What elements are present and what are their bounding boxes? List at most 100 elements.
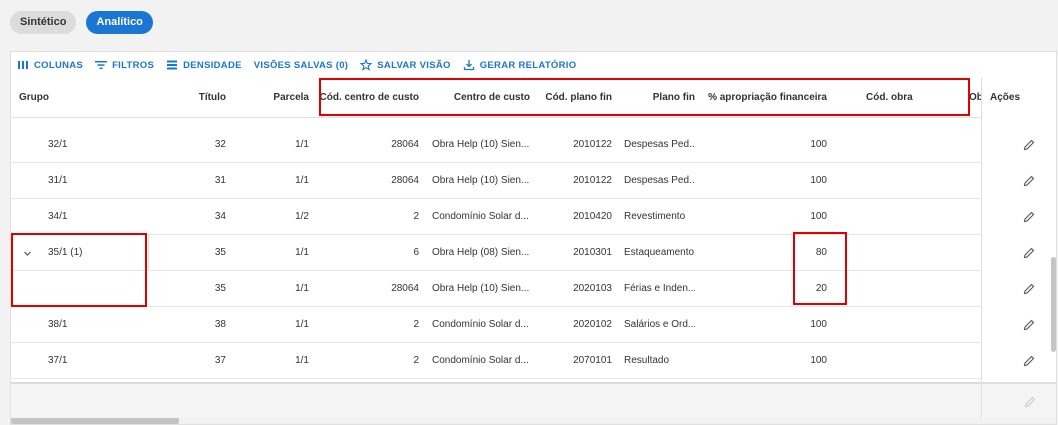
footer-edit-icon <box>1024 396 1036 408</box>
cell-centro: Condomínio Solar d... <box>432 319 529 330</box>
cell-parcela: 1/1 <box>295 175 309 186</box>
cell-apropriacao: 20 <box>815 283 827 294</box>
cell-titulo: 35 <box>214 283 226 294</box>
table-row[interactable]: 35 1/1 28064 Obra Help (10) Sien... 2020103 F… <box>11 271 1056 307</box>
table-row[interactable]: 34/1 34 1/2 2 Condomínio Solar d... 2010420 Re… <box>11 199 1056 235</box>
cell-cod-plano: 2010420 <box>573 211 612 222</box>
cell-grupo: 35/1 (1) <box>48 247 83 258</box>
cell-plano: Salários e Ord... <box>624 319 695 330</box>
columns-icon <box>18 61 28 69</box>
columns-button[interactable]: COLUNAS <box>17 59 83 71</box>
cell-titulo: 34 <box>214 211 226 222</box>
table-row[interactable]: 37/1 37 1/1 2 Condomínio Solar d... 2070101 Re… <box>11 343 1056 379</box>
data-grid: COLUNAS FILTROS DENSIDADE VISÕES SALVAS … <box>10 51 1057 425</box>
edit-icon[interactable] <box>1022 246 1036 260</box>
cell-plano: Férias e Inden... <box>624 283 695 294</box>
table-row[interactable]: 32/1 32 1/1 28064 Obra Help (10) Sien... 2010… <box>11 127 1056 163</box>
header-grupo[interactable]: Grupo <box>19 78 119 118</box>
cell-apropriacao: 80 <box>815 247 827 258</box>
cell-plano: Revestimento <box>624 211 686 222</box>
cell-titulo: 38 <box>214 319 226 330</box>
grid-toolbar: COLUNAS FILTROS DENSIDADE VISÕES SALVAS … <box>11 52 1056 78</box>
header-parcela[interactable]: Parcela <box>241 78 309 118</box>
cell-cod-centro: 28064 <box>391 175 419 186</box>
download-icon <box>463 60 474 71</box>
saved-views-label: VISÕES SALVAS (0) <box>253 59 349 71</box>
synthetic-view-button[interactable]: Sintético <box>10 11 77 34</box>
cell-cod-centro: 28064 <box>391 139 419 150</box>
density-icon <box>167 60 178 70</box>
header-titulo[interactable]: Título <box>161 78 226 118</box>
generate-report-label: GERAR RELATÓRIO <box>479 59 577 71</box>
cell-parcela: 1/1 <box>295 139 309 150</box>
filters-label: FILTROS <box>112 59 155 71</box>
save-view-button[interactable]: SALVAR VISÃO <box>360 59 450 71</box>
table-row[interactable]: 35/1 (1) 35 1/1 6 Obra Help (08) Sien... 2010… <box>11 235 1056 271</box>
header-cod-plano-fin[interactable]: Cód. plano fin <box>536 78 612 118</box>
vertical-scrollbar-thumb[interactable] <box>1051 257 1056 352</box>
cell-apropriacao: 100 <box>810 355 827 366</box>
chevron-down-icon[interactable] <box>23 249 32 258</box>
filters-button[interactable]: FILTROS <box>95 59 154 71</box>
edit-icon[interactable] <box>1022 174 1036 188</box>
star-icon <box>360 59 373 71</box>
edit-icon[interactable] <box>1022 210 1036 224</box>
cell-titulo: 32 <box>214 139 226 150</box>
header-apropriacao-financeira[interactable]: % apropriação financeira <box>701 78 827 118</box>
cell-centro: Obra Help (10) Sien... <box>432 283 530 294</box>
cell-grupo: 37/1 <box>48 355 68 366</box>
cell-grupo: 38/1 <box>48 319 68 330</box>
cell-parcela: 1/1 <box>295 247 309 258</box>
cell-cod-plano: 2020102 <box>573 319 612 330</box>
cell-cod-plano: 2020103 <box>573 283 612 294</box>
density-label: DENSIDADE <box>183 59 242 71</box>
cell-cod-centro: 2 <box>413 211 419 222</box>
grid-footer <box>11 382 1056 421</box>
cell-titulo: 35 <box>214 247 226 258</box>
cell-parcela: 1/1 <box>295 355 309 366</box>
header-cod-obra[interactable]: Cód. obra <box>866 78 946 118</box>
saved-views-button[interactable]: VISÕES SALVAS (0) <box>254 60 349 71</box>
density-button[interactable]: DENSIDADE <box>166 59 242 71</box>
header-centro-custo[interactable]: Centro de custo <box>431 78 530 118</box>
cell-grupo: 31/1 <box>48 175 68 186</box>
table-row[interactable]: 38/1 38 1/1 2 Condomínio Solar d... 2020102 Sa… <box>11 307 1056 343</box>
cell-centro: Obra Help (10) Sien... <box>432 175 530 186</box>
edit-icon[interactable] <box>1022 138 1036 152</box>
cell-centro: Obra Help (08) Sien... <box>432 247 530 258</box>
header-cod-centro-custo[interactable]: Cód. centro de custo <box>319 78 419 118</box>
generate-report-button[interactable]: GERAR RELATÓRIO <box>463 59 577 71</box>
cell-titulo: 31 <box>214 175 226 186</box>
cell-parcela: 1/2 <box>295 211 309 222</box>
view-toggle: Sintético Analítico <box>10 11 153 34</box>
table-row[interactable]: 31/1 31 1/1 28064 Obra Help (10) Sien... 2010… <box>11 163 1056 199</box>
cell-plano: Resultado <box>624 355 670 366</box>
horizontal-scrollbar-thumb[interactable] <box>11 418 179 424</box>
cell-centro: Condomínio Solar d... <box>432 355 529 366</box>
cell-cod-centro: 28064 <box>391 283 419 294</box>
cell-grupo: 34/1 <box>48 211 68 222</box>
footer-divider <box>981 384 982 421</box>
cell-plano: Despesas Ped... <box>624 175 695 186</box>
save-view-label: SALVAR VISÃO <box>377 59 451 71</box>
edit-icon[interactable] <box>1022 282 1036 296</box>
cell-cod-plano: 2010122 <box>573 175 612 186</box>
cell-cod-plano: 2010122 <box>573 139 612 150</box>
horizontal-scrollbar[interactable] <box>11 418 1056 424</box>
cell-cod-centro: 6 <box>413 247 419 258</box>
header-obs[interactable]: Ob <box>969 78 981 118</box>
cell-cod-plano: 2070101 <box>573 355 612 366</box>
header-plano-fin[interactable]: Plano fin <box>621 78 695 118</box>
cell-parcela: 1/1 <box>295 283 309 294</box>
analytic-view-button[interactable]: Analítico <box>86 11 153 34</box>
filter-icon <box>95 61 108 70</box>
cell-centro: Condomínio Solar d... <box>432 211 529 222</box>
edit-icon[interactable] <box>1022 318 1036 332</box>
cell-plano: Estaqueamento <box>624 247 695 258</box>
cell-parcela: 1/1 <box>295 319 309 330</box>
edit-icon[interactable] <box>1022 354 1036 368</box>
actions-column: Ações <box>981 78 1056 408</box>
cell-apropriacao: 100 <box>810 319 827 330</box>
cell-titulo: 37 <box>214 355 226 366</box>
columns-label: COLUNAS <box>34 59 84 71</box>
